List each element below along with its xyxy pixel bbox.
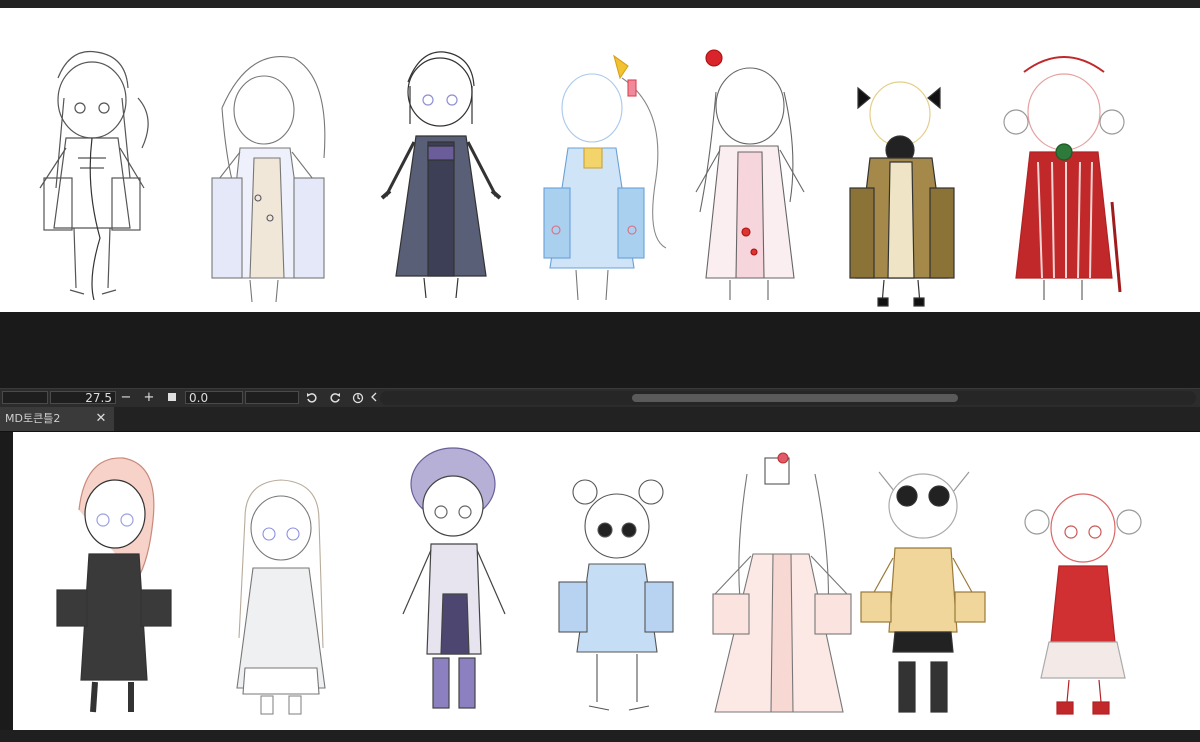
tab-label: MD토큰틀2 [5, 412, 61, 425]
collapse-arrow-button[interactable] [368, 390, 380, 406]
fit-window-button[interactable] [164, 390, 180, 406]
scrollbar-thumb[interactable] [632, 394, 958, 402]
character-sketch-3 [380, 46, 510, 308]
canvas-view-top[interactable] [0, 8, 1200, 312]
navigator-toolbar: 27.5 − + 0.0 [0, 388, 1200, 408]
collapse-arrow-icon [371, 392, 377, 402]
rotate-right-icon [330, 393, 340, 403]
rotation-value-field[interactable]: 0.0 [185, 391, 243, 405]
character-sketch-9 [215, 468, 345, 720]
character-sketch-8 [49, 450, 179, 720]
character-sketch-2 [198, 48, 338, 308]
character-sketch-10 [393, 444, 543, 722]
character-sketch-1 [30, 38, 160, 308]
rotation-slider-track[interactable] [245, 391, 299, 404]
reset-rotation-button[interactable] [350, 390, 366, 406]
window-top-strip [0, 0, 1200, 8]
character-sketch-12 [703, 444, 863, 722]
zoom-in-button[interactable]: + [141, 390, 157, 406]
tab-document[interactable]: MD토큰틀2 ✕ [0, 407, 114, 431]
window-bottom-strip [0, 730, 1200, 742]
character-sketch-14 [1019, 472, 1149, 720]
rotate-left-icon [307, 393, 317, 403]
horizontal-scrollbar[interactable] [380, 391, 1196, 405]
close-icon[interactable]: ✕ [94, 407, 108, 431]
rotate-left-button[interactable] [304, 390, 320, 406]
fill-square-icon [168, 393, 176, 401]
character-sketch-13 [859, 462, 989, 724]
character-sketch-4 [536, 48, 686, 308]
zoom-value-field[interactable]: 27.5 [50, 391, 116, 405]
zoom-slider-track[interactable] [2, 391, 48, 404]
character-sketch-5 [680, 42, 820, 308]
zoom-out-button[interactable]: − [118, 390, 134, 406]
character-sketch-11 [553, 472, 683, 720]
document-tab-bar: MD토큰틀2 ✕ [0, 407, 1200, 432]
workspace-gap [0, 312, 1200, 388]
character-sketch-6 [840, 58, 970, 310]
reset-rotation-icon [352, 392, 364, 404]
character-sketch-7 [994, 42, 1134, 308]
rotate-right-button[interactable] [327, 390, 343, 406]
canvas-view-bottom[interactable] [13, 432, 1200, 730]
